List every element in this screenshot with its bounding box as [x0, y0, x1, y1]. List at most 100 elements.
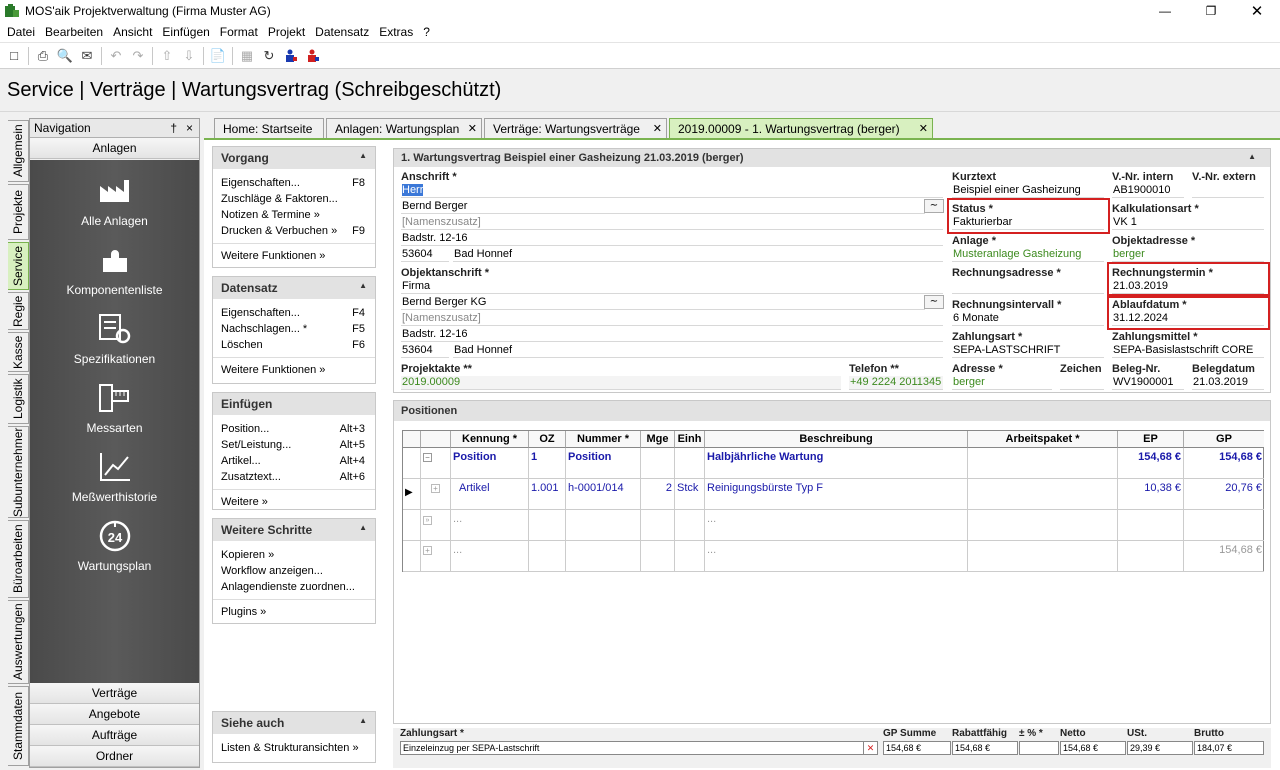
- action-loeschen[interactable]: Löschen F6: [213, 337, 375, 353]
- objektadresse-field[interactable]: berger: [1112, 248, 1264, 262]
- user-red-icon[interactable]: [302, 45, 324, 67]
- belegdatum-field[interactable]: 21.03.2019: [1192, 376, 1264, 390]
- action-artikel[interactable]: Artikel... Alt+4: [213, 453, 375, 469]
- col-gp[interactable]: GP: [1184, 431, 1264, 448]
- footer-zahlungsart-field[interactable]: Einzeleinzug per SEPA-Lastschrift: [400, 741, 878, 755]
- action-anlagendienste[interactable]: Anlagendienste zuordnen...: [213, 579, 375, 595]
- kurztext-field[interactable]: Beispiel einer Gasheizung: [952, 184, 1104, 198]
- menu-extras[interactable]: Extras: [374, 25, 418, 39]
- close-icon[interactable]: ×: [186, 121, 193, 135]
- nav-section-auftraege[interactable]: Aufträge: [30, 725, 199, 746]
- anschrift-ort-field[interactable]: Bad Honnef: [453, 248, 943, 262]
- maximize-button[interactable]: ❐: [1188, 0, 1234, 22]
- menu-format[interactable]: Format: [215, 25, 263, 39]
- document-search-icon[interactable]: 📄: [207, 45, 229, 67]
- zahlungsmittel-field[interactable]: SEPA-Basislastschrift CORE: [1112, 344, 1264, 358]
- tab-home[interactable]: Home: Startseite: [214, 118, 324, 139]
- action-nachschlagen[interactable]: Nachschlagen... * F5: [213, 321, 375, 337]
- col-ep[interactable]: EP: [1118, 431, 1184, 448]
- action-set-leistung[interactable]: Set/Leistung... Alt+5: [213, 437, 375, 453]
- positions-table[interactable]: Kennung * OZ Nummer * Mge Einh Beschreib…: [402, 430, 1264, 572]
- kalkulationsart-field[interactable]: VK 1: [1112, 216, 1264, 230]
- nav-section-anlagen[interactable]: Anlagen: [30, 138, 199, 159]
- collapse-icon[interactable]: ▲: [359, 523, 367, 532]
- telefon-field[interactable]: +49 2224 2011345: [849, 376, 943, 390]
- anschrift-anrede-field[interactable]: Herr: [401, 184, 943, 198]
- box-header[interactable]: Siehe auch ▲: [213, 712, 375, 734]
- nav-section-ordner[interactable]: Ordner: [30, 746, 199, 767]
- objekt-ort-field[interactable]: Bad Honnef: [453, 344, 943, 358]
- rechnungsadresse-field[interactable]: [952, 280, 1104, 294]
- col-nummer[interactable]: Nummer *: [566, 431, 641, 448]
- col-kennung[interactable]: Kennung *: [451, 431, 529, 448]
- box-header[interactable]: Weitere Schritte ▲: [213, 519, 375, 541]
- objekt-zusatz-field[interactable]: [Namenszusatz]: [401, 312, 943, 326]
- col-arbeitspaket[interactable]: Arbeitspaket *: [968, 431, 1118, 448]
- tab-wartungsplan[interactable]: Anlagen: Wartungsplan ✕: [326, 118, 482, 139]
- action-drucken[interactable]: Drucken & Verbuchen » F9: [213, 223, 375, 239]
- arrow-up-icon[interactable]: ⇧: [156, 45, 178, 67]
- print-icon[interactable]: ⎙: [32, 45, 54, 67]
- col-beschreibung[interactable]: Beschreibung: [705, 431, 968, 448]
- vtab-allgemein[interactable]: Allgemein: [8, 120, 29, 182]
- anschrift-plz-field[interactable]: 53604: [401, 248, 449, 262]
- nav-item-messwerthistorie[interactable]: Meßwerthistorie: [30, 448, 199, 504]
- menu-help[interactable]: ?: [418, 25, 435, 39]
- tab-wartungsvertrag-active[interactable]: 2019.00009 - 1. Wartungsvertrag (berger)…: [669, 118, 933, 139]
- print-preview-icon[interactable]: 🔍: [54, 45, 76, 67]
- action-weitere-funktionen[interactable]: Weitere Funktionen »: [213, 362, 375, 378]
- pin-icon[interactable]: †: [170, 121, 177, 135]
- collapse-icon[interactable]: ▲: [359, 716, 367, 725]
- action-position[interactable]: Position... Alt+3: [213, 421, 375, 437]
- anschrift-strasse-field[interactable]: Badstr. 12-16: [401, 232, 943, 246]
- prozent-field[interactable]: [1019, 741, 1059, 755]
- action-workflow[interactable]: Workflow anzeigen...: [213, 563, 375, 579]
- address-book-icon[interactable]: ∼: [924, 199, 944, 213]
- undo-icon[interactable]: ↶: [105, 45, 127, 67]
- menu-datensatz[interactable]: Datensatz: [310, 25, 374, 39]
- tab-wartungsvertraege[interactable]: Verträge: Wartungsverträge ✕: [484, 118, 667, 139]
- action-weitere-funktionen[interactable]: Weitere Funktionen »: [213, 248, 375, 264]
- menu-einfuegen[interactable]: Einfügen: [157, 25, 214, 39]
- box-header[interactable]: Vorgang ▲: [213, 147, 375, 169]
- vtab-stammdaten[interactable]: Stammdaten: [8, 686, 29, 766]
- action-listen[interactable]: Listen & Strukturansichten »: [213, 740, 375, 756]
- close-window-button[interactable]: ✕: [1234, 0, 1280, 22]
- zahlungsart-field[interactable]: SEPA-LASTSCHRIFT: [952, 344, 1104, 358]
- vtab-kasse[interactable]: Kasse: [8, 332, 29, 372]
- col-einh[interactable]: Einh: [675, 431, 705, 448]
- expand-node-icon[interactable]: +: [423, 546, 432, 555]
- action-weitere[interactable]: Weitere »: [213, 494, 375, 510]
- menu-projekt[interactable]: Projekt: [263, 25, 310, 39]
- mail-icon[interactable]: ✉: [76, 45, 98, 67]
- menu-ansicht[interactable]: Ansicht: [108, 25, 157, 39]
- vtab-service[interactable]: Service: [8, 242, 29, 290]
- collapse-icon[interactable]: ▲: [359, 151, 367, 160]
- anlage-field[interactable]: Musteranlage Gasheizung: [952, 248, 1104, 262]
- collapse-icon[interactable]: ▲: [1248, 152, 1256, 161]
- menu-datei[interactable]: Datei: [2, 25, 40, 39]
- vnr-intern-field[interactable]: AB1900010: [1112, 184, 1184, 198]
- menu-bearbeiten[interactable]: Bearbeiten: [40, 25, 108, 39]
- projektakte-field[interactable]: 2019.00009: [401, 376, 841, 390]
- redo-icon[interactable]: ↷: [127, 45, 149, 67]
- vtab-bueroarbeiten[interactable]: Büroarbeiten: [8, 520, 29, 598]
- anschrift-name-field[interactable]: Bernd Berger: [401, 200, 925, 214]
- action-eigenschaften[interactable]: Eigenschaften... F4: [213, 305, 375, 321]
- action-zuschlaege[interactable]: Zuschläge & Faktoren...: [213, 191, 375, 207]
- belegnr-field[interactable]: WV1900001: [1112, 376, 1184, 390]
- vtab-auswertungen[interactable]: Auswertungen: [8, 600, 29, 684]
- clear-icon[interactable]: ✕: [863, 741, 878, 755]
- col-oz[interactable]: OZ: [529, 431, 566, 448]
- collapse-node-icon[interactable]: −: [423, 453, 432, 462]
- nav-item-spezifikationen[interactable]: Spezifikationen: [30, 310, 199, 366]
- add-node-icon[interactable]: »: [423, 516, 432, 525]
- nav-section-angebote[interactable]: Angebote: [30, 704, 199, 725]
- user-blue-icon[interactable]: [280, 45, 302, 67]
- vtab-logistik[interactable]: Logistik: [8, 374, 29, 424]
- zeichen-field[interactable]: [1060, 376, 1104, 390]
- objekt-strasse-field[interactable]: Badstr. 12-16: [401, 328, 943, 342]
- objekt-name-field[interactable]: Bernd Berger KG: [401, 296, 925, 310]
- action-zusatztext[interactable]: Zusatztext... Alt+6: [213, 469, 375, 485]
- nav-item-wartungsplan[interactable]: 24 Wartungsplan: [30, 517, 199, 573]
